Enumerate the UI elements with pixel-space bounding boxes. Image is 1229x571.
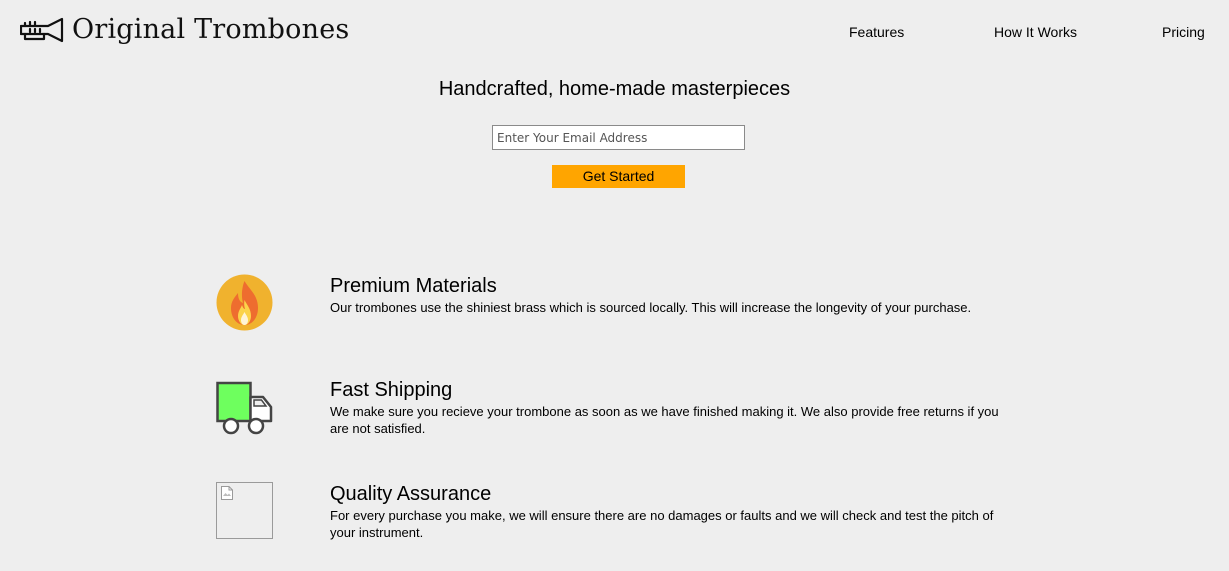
- feature-description: For every purchase you make, we will ens…: [330, 508, 994, 540]
- email-input[interactable]: [492, 125, 745, 150]
- broken-image-glyph-icon: [221, 486, 233, 500]
- flame-icon: [216, 274, 273, 331]
- trombone-logo-icon: [20, 17, 64, 43]
- brand-name: Original Trombones: [72, 14, 350, 45]
- feature-title: Fast Shipping: [330, 379, 453, 401]
- feature-description: Our trombones use the shiniest brass whi…: [330, 300, 972, 315]
- get-started-button[interactable]: Get Started: [552, 165, 685, 188]
- brand[interactable]: Original Trombones: [20, 14, 349, 46]
- hero-title: Handcrafted, home-made masterpieces: [438, 78, 791, 100]
- feature-title: Premium Materials: [330, 275, 497, 297]
- truck-icon: [216, 381, 273, 435]
- site-header: Original Trombones Features How It Works…: [0, 0, 1229, 64]
- nav-link-pricing[interactable]: Pricing: [1162, 24, 1205, 40]
- nav-link-features[interactable]: Features: [849, 24, 904, 40]
- nav-link-how-it-works[interactable]: How It Works: [994, 24, 1077, 40]
- feature-title: Quality Assurance: [330, 483, 492, 505]
- feature-description: We make sure you recieve your trombone a…: [330, 404, 999, 436]
- broken-image-icon: [216, 482, 273, 539]
